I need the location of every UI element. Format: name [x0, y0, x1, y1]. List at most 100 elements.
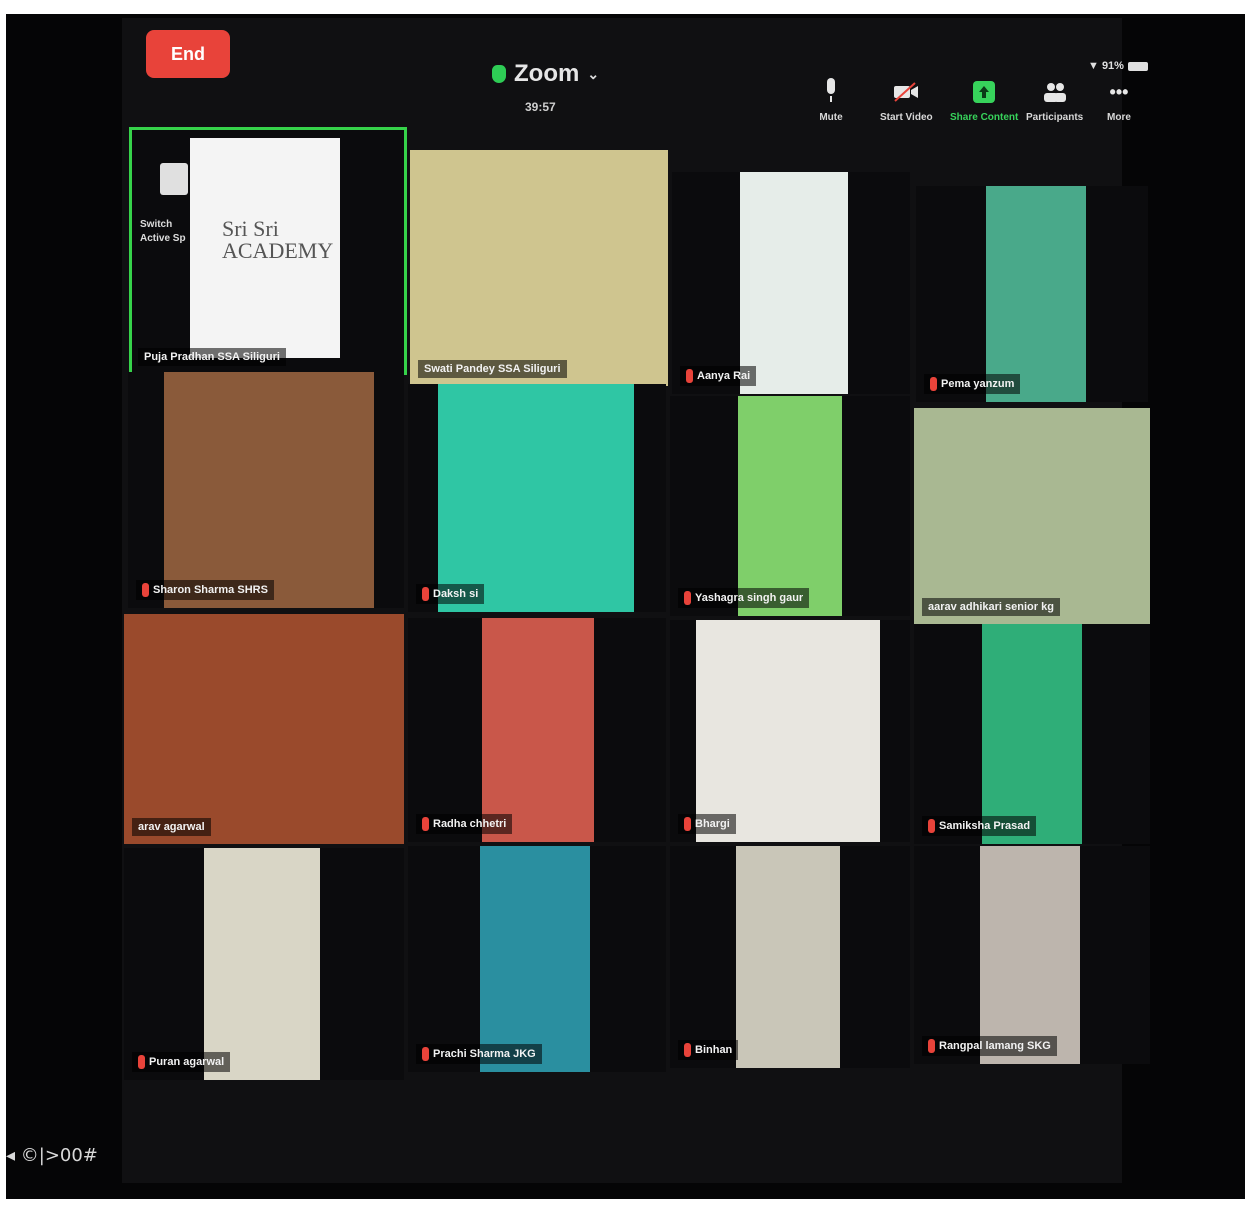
participant-video: [736, 846, 840, 1068]
participant-video: [740, 172, 848, 394]
participant-tile[interactable]: Bhargi: [670, 620, 910, 842]
mute-label: Mute: [819, 112, 843, 123]
participant-name: Aanya Rai: [680, 366, 757, 386]
participant-name: Radha chhetri: [416, 814, 513, 834]
participant-name-text: Samiksha Prasad: [939, 820, 1031, 832]
participant-name: Yashagra singh gaur: [678, 588, 810, 608]
academy-logo: Sri Sri ACADEMY: [222, 216, 334, 263]
participant-tile[interactable]: Daksh si: [408, 384, 666, 612]
participant-name: Rangpal lamang SKG: [922, 1036, 1057, 1056]
meeting-title[interactable]: Zoom ⌄: [492, 60, 599, 88]
participant-video: [438, 384, 634, 612]
participant-name-text: Sharon Sharma SHRS: [153, 584, 268, 596]
mic-muted-icon: [684, 591, 691, 605]
participant-video: [164, 372, 374, 608]
participant-video: [480, 846, 590, 1072]
participant-name: Pema yanzum: [924, 374, 1021, 394]
start-video-button[interactable]: Start Video: [880, 78, 933, 123]
participant-video: [738, 396, 842, 616]
share-content-button[interactable]: Share Content: [950, 78, 1018, 123]
switch-active-speaker[interactable]: Switch Active Sp: [140, 218, 190, 246]
participant-tile[interactable]: Switch Active Sp Sri Sri ACADEMY Puja Pr…: [129, 127, 407, 375]
participants-button[interactable]: Participants: [1026, 78, 1083, 123]
participant-tile[interactable]: arav agarwal: [124, 614, 404, 844]
participant-name-text: Swati Pandey SSA Siliguri: [424, 363, 561, 375]
menu-icon: [160, 163, 188, 195]
participant-name-text: Puran agarwal: [149, 1056, 225, 1068]
mic-muted-icon: [930, 377, 937, 391]
device-bottom-bar: ◂ ©|>00#: [6, 1145, 98, 1166]
participant-video: [124, 614, 404, 844]
participant-video: [482, 618, 594, 842]
participant-video: [204, 848, 320, 1080]
participant-name: Bhargi: [678, 814, 736, 834]
participant-tile[interactable]: aarav adhikari senior kg: [914, 408, 1150, 624]
mic-muted-icon: [422, 587, 429, 601]
status-text: ▼ 91%: [1088, 60, 1124, 72]
start-video-label: Start Video: [880, 112, 933, 123]
mic-muted-icon: [142, 583, 149, 597]
participant-name: Sharon Sharma SHRS: [136, 580, 274, 600]
participants-icon: [1042, 78, 1068, 106]
participant-name: Samiksha Prasad: [922, 816, 1037, 836]
participant-name: aarav adhikari senior kg: [922, 598, 1060, 616]
participant-name: Prachi Sharma JKG: [416, 1044, 542, 1064]
share-content-label: Share Content: [950, 112, 1019, 123]
mic-muted-icon: [684, 817, 691, 831]
mic-muted-icon: [928, 819, 935, 833]
mic-muted-icon: [686, 369, 693, 383]
participant-video: [914, 408, 1150, 624]
participant-name: Binhan: [678, 1040, 739, 1060]
participant-tile[interactable]: Puran agarwal: [124, 848, 404, 1080]
participant-name-text: Puja Pradhan SSA Siliguri: [144, 351, 280, 363]
participant-name-text: Pema yanzum: [941, 378, 1015, 390]
participant-name-text: Daksh si: [433, 588, 479, 600]
participant-name: arav agarwal: [132, 818, 211, 836]
participant-tile[interactable]: Aanya Rai: [672, 172, 910, 394]
end-button[interactable]: End: [146, 30, 230, 78]
participant-tile[interactable]: Swati Pandey SSA Siliguri: [410, 150, 668, 386]
chevron-down-icon: ⌄: [587, 65, 600, 82]
mic-muted-icon: [928, 1039, 935, 1053]
mic-muted-icon: [138, 1055, 145, 1069]
participant-name-text: aarav adhikari senior kg: [928, 601, 1054, 613]
participant-tile[interactable]: Binhan: [670, 846, 910, 1068]
participant-tile[interactable]: Radha chhetri: [408, 618, 666, 842]
participant-name: Puran agarwal: [132, 1052, 231, 1072]
status-bar: ▼ 91%: [1088, 60, 1148, 72]
more-icon: •••: [1109, 81, 1129, 102]
participant-name-text: Binhan: [695, 1044, 733, 1056]
participant-tile[interactable]: Prachi Sharma JKG: [408, 846, 666, 1072]
participant-video: [982, 624, 1082, 844]
participant-tile[interactable]: Samiksha Prasad: [914, 624, 1150, 844]
participant-name-text: Rangpal lamang SKG: [939, 1040, 1051, 1052]
participant-tile[interactable]: Sharon Sharma SHRS: [128, 372, 404, 608]
participant-name-text: Radha chhetri: [433, 818, 507, 830]
share-screen-icon: [971, 78, 997, 106]
mic-icon: [818, 78, 844, 106]
participant-video: [980, 846, 1080, 1064]
app-title: Zoom: [514, 60, 580, 87]
participant-tile[interactable]: Yashagra singh gaur: [670, 396, 910, 616]
participants-label: Participants: [1026, 112, 1084, 123]
participant-video: [410, 150, 668, 386]
mic-muted-icon: [422, 1047, 429, 1061]
participant-tile[interactable]: Pema yanzum: [916, 186, 1148, 402]
more-button[interactable]: ••• More: [1106, 78, 1132, 124]
mic-muted-icon: [422, 817, 429, 831]
more-label: More: [1107, 112, 1131, 123]
participant-video: [986, 186, 1086, 402]
mute-button[interactable]: Mute: [818, 78, 844, 123]
participant-tile[interactable]: Rangpal lamang SKG: [914, 846, 1150, 1064]
participant-name-text: Prachi Sharma JKG: [433, 1048, 536, 1060]
participant-name: Daksh si: [416, 584, 485, 604]
mic-muted-icon: [684, 1043, 691, 1057]
participant-name-text: Yashagra singh gaur: [695, 592, 804, 604]
participant-name-text: Aanya Rai: [697, 370, 751, 382]
participant-video: [696, 620, 880, 842]
battery-icon: [1127, 61, 1148, 71]
video-off-icon: [893, 78, 919, 106]
shield-icon: [492, 65, 506, 83]
participant-name-text: arav agarwal: [138, 821, 205, 833]
participant-name: Swati Pandey SSA Siliguri: [418, 360, 567, 378]
